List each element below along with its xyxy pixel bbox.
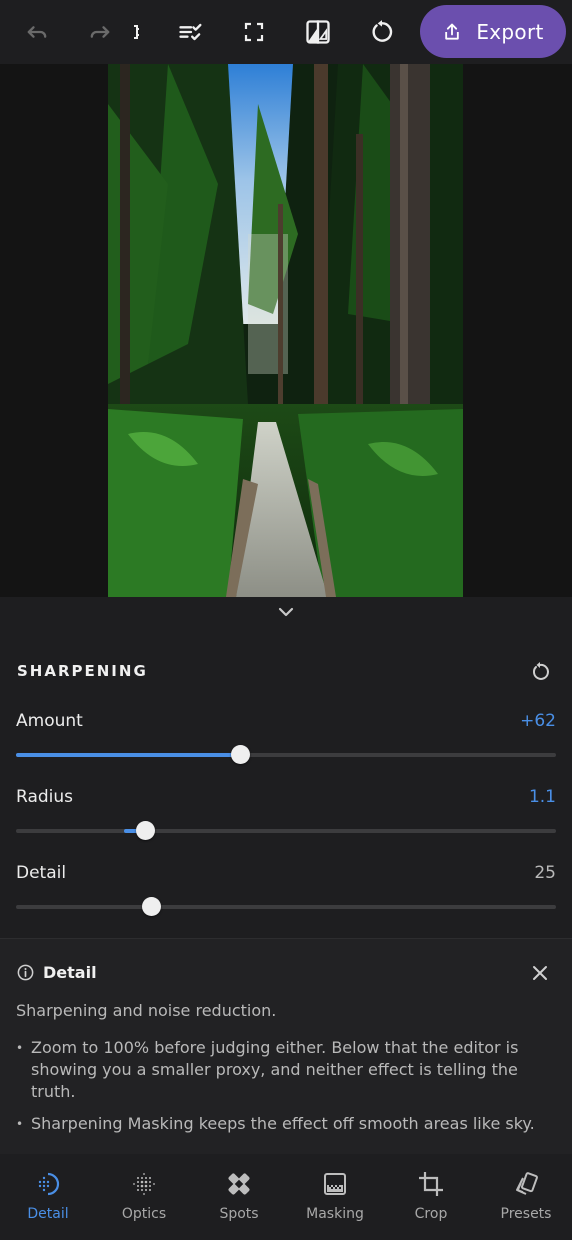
nav-label: Masking [306,1206,364,1222]
export-button[interactable]: Export [420,5,566,58]
info-bullet: • Zoom to 100% before judging either. Be… [16,1037,556,1103]
reset-icon[interactable] [366,16,398,48]
slider-label: Amount [16,711,83,731]
section-reset-icon[interactable] [528,660,552,684]
info-bullet: • Sharpening Masking keeps the effect of… [16,1113,556,1135]
checklist-icon[interactable] [175,16,207,48]
slider-fill [16,753,241,757]
nav-item-masking[interactable]: Masking [287,1164,383,1224]
slider-thumb[interactable] [136,821,156,840]
nav-item-optics[interactable]: Optics [96,1164,192,1224]
bullet-dot: • [16,1041,24,1055]
slider-track[interactable] [16,897,556,916]
spots-icon [228,1173,250,1195]
bullet-text: Sharpening Masking keeps the effect off … [31,1114,535,1133]
nav-label: Detail [27,1206,69,1222]
presets-icon [516,1172,538,1195]
optics-icon [133,1173,155,1195]
info-description: Sharpening and noise reduction. [16,1001,277,1020]
info-icon [16,963,35,982]
close-icon[interactable] [529,962,551,984]
section-title: SHARPENING [17,662,148,680]
slider-thumb[interactable] [230,745,250,764]
nav-label: Optics [121,1206,167,1222]
nav-item-presets[interactable]: Presets [478,1164,572,1224]
compare-icon[interactable] [118,16,150,48]
forest-photo [108,64,463,597]
nav-label: Crop [414,1206,448,1222]
slider-value: 25 [534,863,556,883]
slider-value: 1.1 [528,787,556,807]
bullet-dot: • [16,1117,24,1131]
slider-value: +62 [520,711,556,731]
detail-icon [38,1172,60,1196]
slider-track[interactable] [16,821,556,840]
share-icon [445,23,460,40]
info-title: Detail [43,963,97,982]
slider-track[interactable] [16,745,556,764]
nav-label: Spots [219,1206,259,1222]
nav-label: Presets [500,1206,552,1222]
collapse-panel-icon[interactable] [271,600,301,624]
slider-label: Detail [16,863,67,883]
bullet-text: Zoom to 100% before judging either. Belo… [31,1038,519,1101]
export-label: Export [476,19,544,44]
masking-icon [324,1173,346,1195]
nav-item-crop[interactable]: Crop [383,1164,479,1224]
fullscreen-icon[interactable] [238,16,270,48]
top-toolbar: Export [0,0,572,64]
crop-icon [419,1172,443,1196]
undo-icon[interactable] [21,16,53,48]
slider-thumb[interactable] [141,897,161,916]
nav-item-detail[interactable]: Detail [0,1164,96,1224]
redo-icon[interactable] [84,16,116,48]
nav-item-spots[interactable]: Spots [191,1164,287,1224]
slider-label: Radius [16,787,74,807]
before-after-icon[interactable] [302,16,334,48]
